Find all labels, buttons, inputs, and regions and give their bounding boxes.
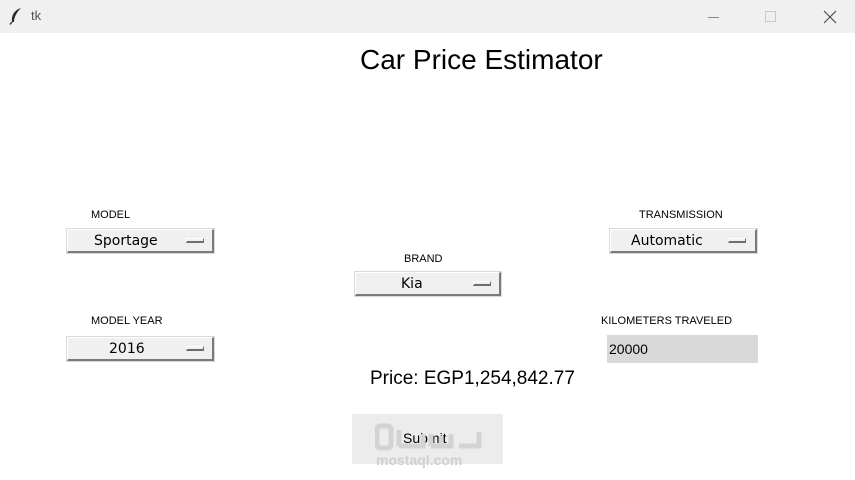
price-result: Price: EGP1,254,842.77 bbox=[370, 368, 575, 389]
dropdown-indicator-icon bbox=[473, 281, 491, 286]
dropdown-indicator-icon bbox=[186, 238, 204, 243]
transmission-value: Automatic bbox=[631, 233, 703, 249]
close-button[interactable] bbox=[807, 0, 853, 33]
app-heading: Car Price Estimator bbox=[360, 44, 603, 75]
maximize-icon bbox=[765, 10, 777, 23]
feather-icon bbox=[8, 7, 24, 25]
minimize-icon bbox=[708, 11, 720, 23]
watermark-text: mostaql.com bbox=[376, 452, 463, 468]
minimize-button[interactable] bbox=[691, 0, 737, 33]
transmission-dropdown[interactable]: Automatic bbox=[610, 229, 757, 253]
brand-value: Kia bbox=[401, 276, 423, 292]
dropdown-indicator-icon bbox=[728, 238, 746, 243]
kilometers-label: KILOMETERS TRAVELED bbox=[601, 315, 733, 327]
brand-dropdown[interactable]: Kia bbox=[355, 272, 501, 296]
dropdown-indicator-icon bbox=[186, 346, 204, 351]
title-bar[interactable]: tk bbox=[0, 0, 855, 33]
kilometers-input[interactable] bbox=[607, 335, 758, 363]
window-title: tk bbox=[31, 8, 42, 23]
model-year-value: 2016 bbox=[109, 341, 145, 357]
close-icon bbox=[823, 10, 837, 24]
model-value: Sportage bbox=[94, 233, 158, 249]
model-dropdown[interactable]: Sportage bbox=[67, 229, 214, 253]
model-year-dropdown[interactable]: 2016 bbox=[67, 337, 214, 361]
maximize-button[interactable] bbox=[748, 0, 794, 33]
transmission-label: TRANSMISSION bbox=[639, 209, 723, 221]
brand-label: BRAND bbox=[404, 253, 443, 265]
submit-label: Submit bbox=[403, 430, 447, 446]
model-label: MODEL bbox=[91, 209, 131, 221]
model-year-label: MODEL YEAR bbox=[91, 315, 163, 327]
